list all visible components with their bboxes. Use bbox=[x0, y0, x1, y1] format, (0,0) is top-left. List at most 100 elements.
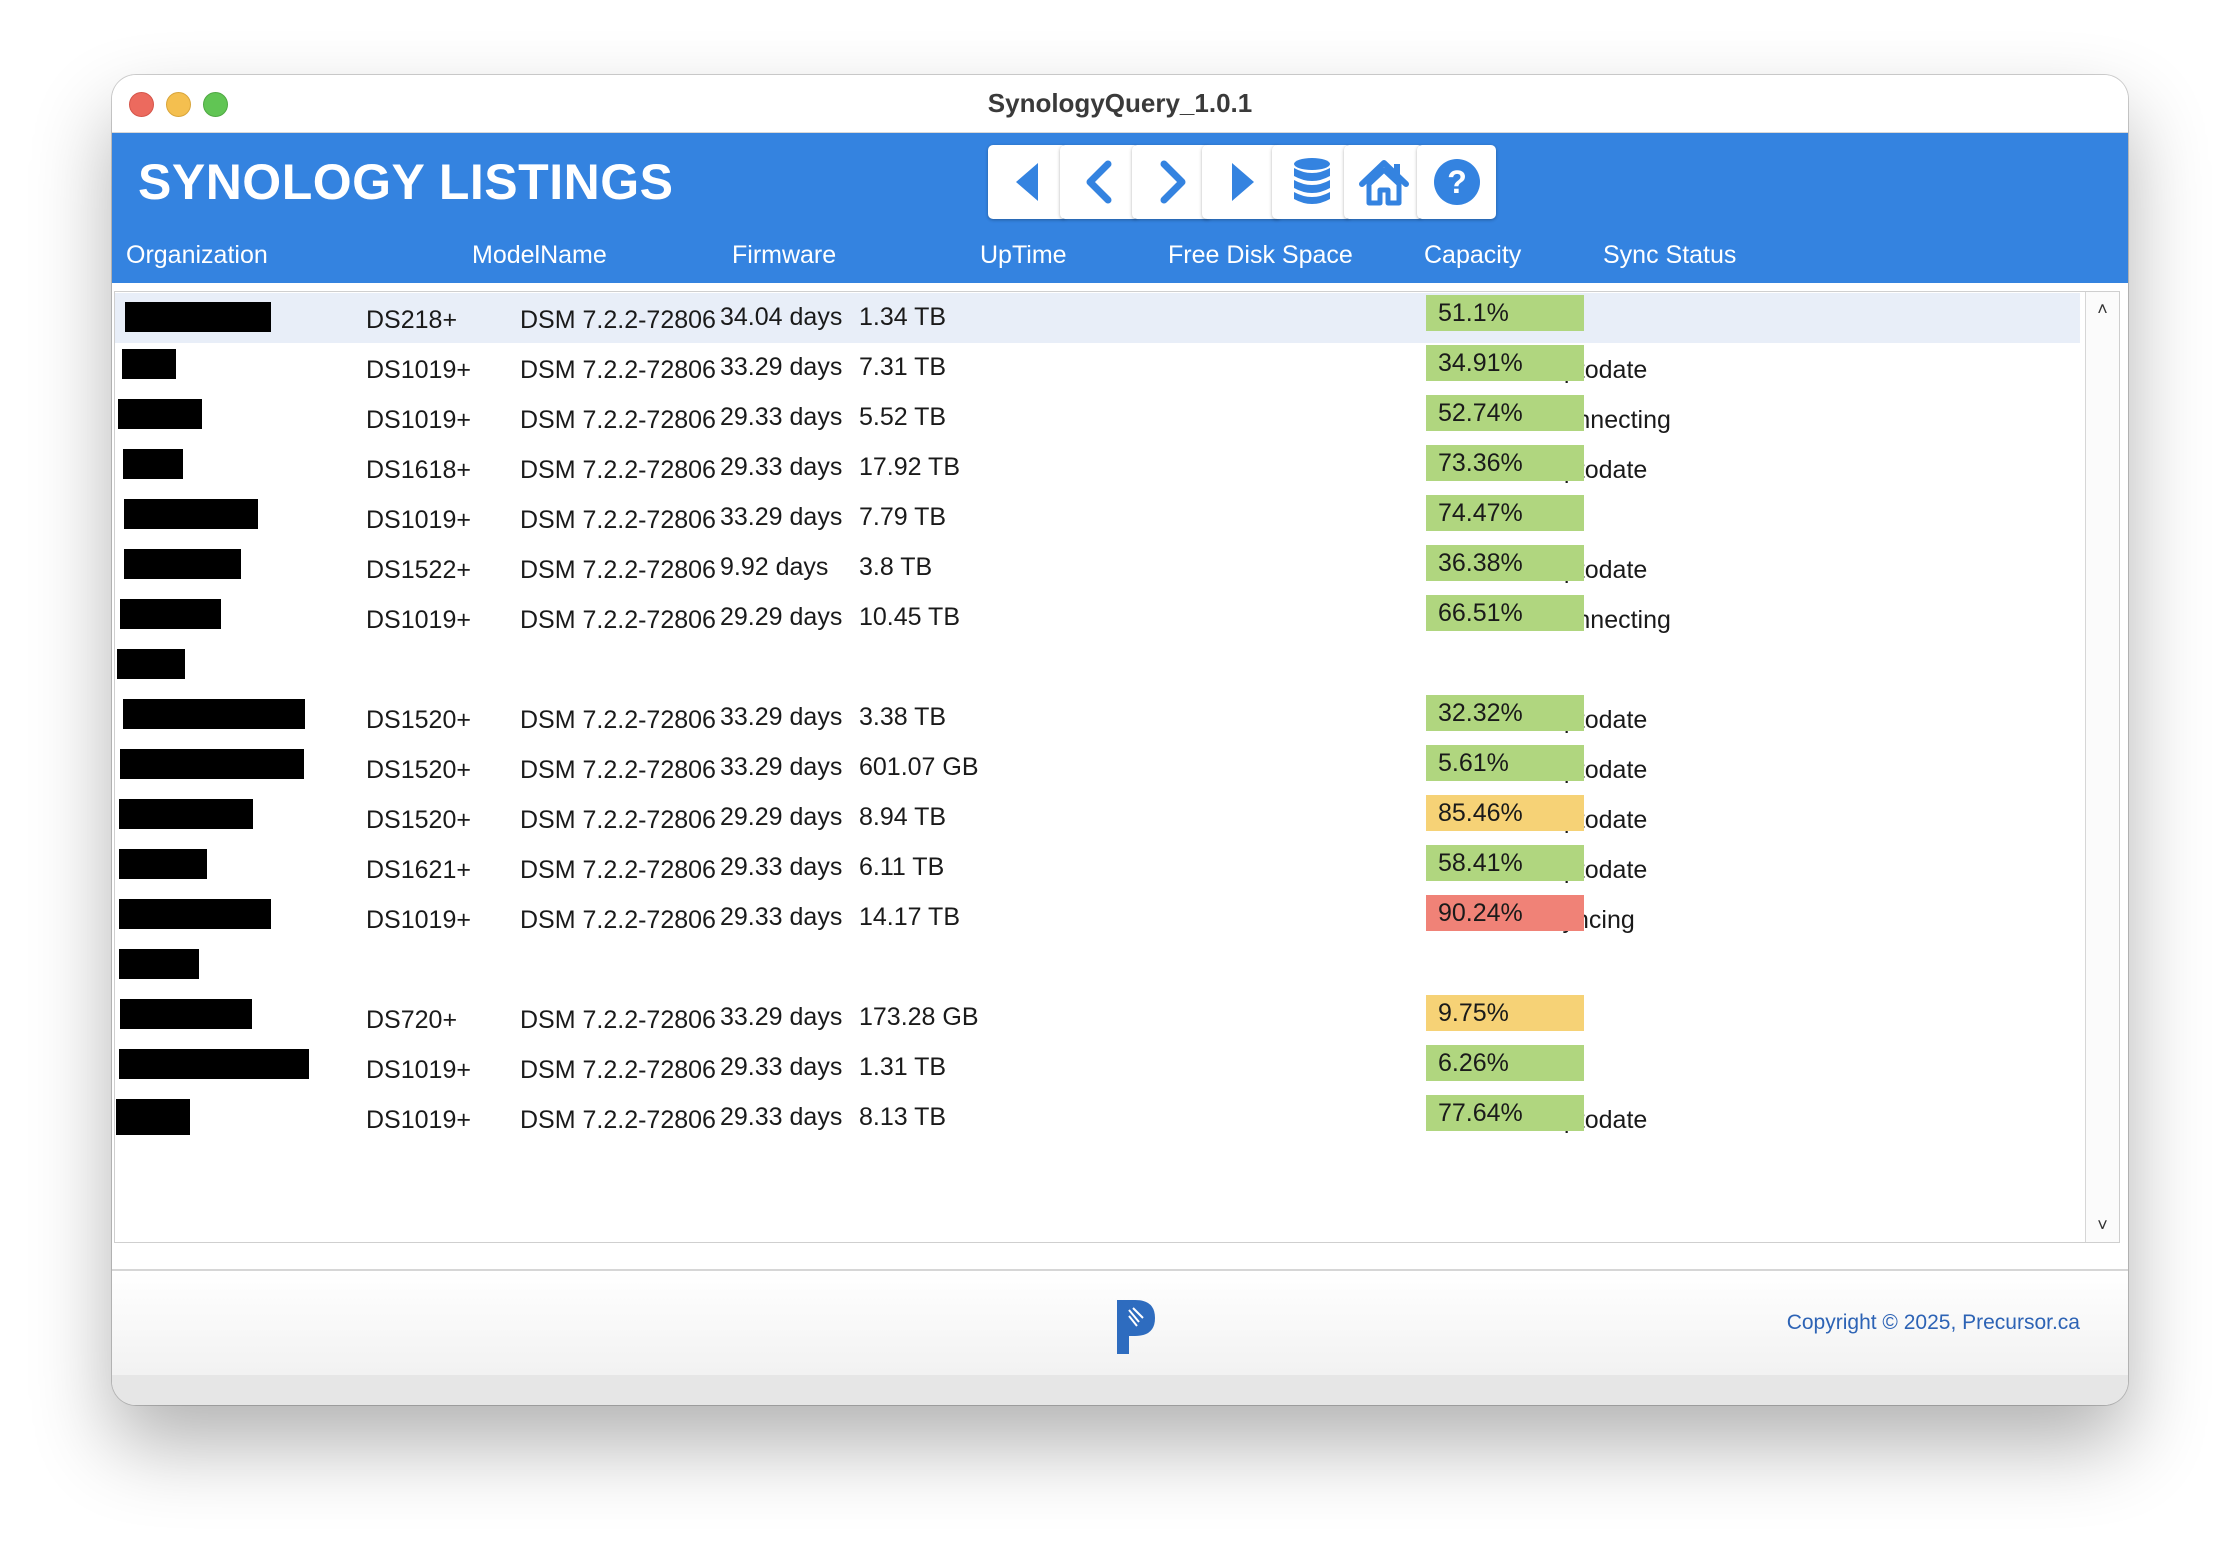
free-space-cell: 3.38 TB bbox=[859, 703, 947, 731]
column-header-firmware[interactable]: Firmware bbox=[732, 241, 836, 270]
column-header-free-disk-space[interactable]: Free Disk Space bbox=[1168, 241, 1353, 270]
home-button[interactable] bbox=[1344, 145, 1423, 219]
model-cell: DS1522+ bbox=[366, 556, 471, 584]
free-space-cell: 7.31 TB bbox=[859, 353, 947, 381]
firmware-cell: DSM 7.2.2-72806 bbox=[520, 506, 716, 534]
table-row[interactable]: DS1019+ DSM 7.2.2-72806 33.29 days 7.31 TB u… bbox=[115, 343, 2080, 393]
table-row[interactable]: DS218+ DSM 7.2.2-72806 34.04 days 1.34 TB 51… bbox=[115, 293, 2080, 343]
uptime-cell: 29.29 days bbox=[720, 603, 843, 631]
capacity-badge: 5.61% bbox=[1426, 745, 1584, 781]
free-space-cell: 17.92 TB bbox=[859, 453, 961, 481]
firmware-cell: DSM 7.2.2-72806 bbox=[520, 906, 716, 934]
free-space-cell: 5.52 TB bbox=[859, 403, 947, 431]
page-title: SYNOLOGY LISTINGS bbox=[138, 154, 674, 210]
table-row[interactable] bbox=[115, 643, 2080, 693]
capacity-badge: 34.91% bbox=[1426, 345, 1584, 381]
uptime-cell: 29.33 days bbox=[720, 903, 843, 931]
uptime-cell: 33.29 days bbox=[720, 1003, 843, 1031]
window-title: SynologyQuery_1.0.1 bbox=[987, 88, 1253, 118]
table-row[interactable]: DS1520+ DSM 7.2.2-72806 29.29 days 8.94 TB u… bbox=[115, 793, 2080, 843]
capacity-badge: 90.24% bbox=[1426, 895, 1584, 931]
capacity-badge: 73.36% bbox=[1426, 445, 1584, 481]
column-header-model[interactable]: ModelName bbox=[472, 241, 607, 270]
table-row[interactable]: DS1621+ DSM 7.2.2-72806 29.33 days 6.11 TB u… bbox=[115, 843, 2080, 893]
uptime-cell: 34.04 days bbox=[720, 303, 843, 331]
table-row[interactable]: DS1019+ DSM 7.2.2-72806 33.29 days 7.79 TB 7… bbox=[115, 493, 2080, 543]
organization-redacted bbox=[123, 449, 183, 479]
free-space-cell: 1.34 TB bbox=[859, 303, 947, 331]
firmware-cell: DSM 7.2.2-72806 bbox=[520, 456, 716, 484]
firmware-cell: DSM 7.2.2-72806 bbox=[520, 1056, 716, 1084]
capacity-badge: 85.46% bbox=[1426, 795, 1584, 831]
capacity-badge: 74.47% bbox=[1426, 495, 1584, 531]
table-row[interactable]: DS1520+ DSM 7.2.2-72806 33.29 days 3.38 TB u… bbox=[115, 693, 2080, 743]
model-cell: DS1019+ bbox=[366, 606, 471, 634]
capacity-badge: 9.75% bbox=[1426, 995, 1584, 1031]
scroll-down-arrow-icon[interactable]: ˅ bbox=[2086, 1210, 2119, 1240]
firmware-cell: DSM 7.2.2-72806 bbox=[520, 356, 716, 384]
firmware-cell: DSM 7.2.2-72806 bbox=[520, 1106, 716, 1134]
model-cell: DS1019+ bbox=[366, 506, 471, 534]
column-header-capacity[interactable]: Capacity bbox=[1424, 241, 1521, 270]
uptime-cell: 29.33 days bbox=[720, 853, 843, 881]
uptime-cell: 29.29 days bbox=[720, 803, 843, 831]
column-header-sync-status[interactable]: Sync Status bbox=[1603, 241, 1736, 270]
free-space-cell: 601.07 GB bbox=[859, 753, 979, 781]
organization-redacted bbox=[124, 549, 241, 579]
model-cell: DS1019+ bbox=[366, 1106, 471, 1134]
uptime-cell: 29.33 days bbox=[720, 1053, 843, 1081]
model-cell: DS1019+ bbox=[366, 356, 471, 384]
firmware-cell: DSM 7.2.2-72806 bbox=[520, 706, 716, 734]
table-row[interactable]: DS1019+ DSM 7.2.2-72806 29.33 days 8.13 TB u… bbox=[115, 1093, 2080, 1143]
column-header-uptime[interactable]: UpTime bbox=[980, 241, 1067, 270]
table-row[interactable]: DS1520+ DSM 7.2.2-72806 33.29 days 601.07 G… bbox=[115, 743, 2080, 793]
organization-redacted bbox=[119, 949, 199, 979]
model-cell: DS1520+ bbox=[366, 806, 471, 834]
uptime-cell: 29.33 days bbox=[720, 453, 843, 481]
firmware-cell: DSM 7.2.2-72806 bbox=[520, 756, 716, 784]
column-header-organization[interactable]: Organization bbox=[126, 241, 268, 270]
first-record-button[interactable] bbox=[988, 145, 1067, 219]
table-row[interactable]: DS1618+ DSM 7.2.2-72806 29.33 days 17.92 TB… bbox=[115, 443, 2080, 493]
model-cell: DS1019+ bbox=[366, 906, 471, 934]
next-record-button[interactable] bbox=[1132, 145, 1211, 219]
app-header: SYNOLOGY LISTINGS ? Organization ModelNa… bbox=[112, 133, 2128, 283]
database-icon bbox=[1293, 158, 1330, 204]
vertical-scrollbar[interactable]: ˄ ˅ bbox=[2085, 292, 2119, 1242]
capacity-badge: 51.1% bbox=[1426, 295, 1584, 331]
last-record-button[interactable] bbox=[1202, 145, 1281, 219]
uptime-cell: 29.33 days bbox=[720, 403, 843, 431]
table-row[interactable]: DS1522+ DSM 7.2.2-72806 9.92 days 3.8 TB upt… bbox=[115, 543, 2080, 593]
organization-redacted bbox=[119, 899, 271, 929]
footer-bottom-strip bbox=[112, 1375, 2128, 1405]
home-icon bbox=[1358, 160, 1409, 206]
database-button[interactable] bbox=[1272, 145, 1351, 219]
triangle-right-icon bbox=[1231, 163, 1254, 201]
copyright-text: Copyright © 2025, Precursor.ca bbox=[1786, 1311, 2080, 1334]
organization-redacted bbox=[119, 1049, 309, 1079]
help-button[interactable]: ? bbox=[1417, 145, 1496, 219]
organization-redacted bbox=[116, 1099, 190, 1135]
uptime-cell: 33.29 days bbox=[720, 703, 843, 731]
table-row[interactable]: DS1019+ DSM 7.2.2-72806 29.33 days 1.31 TB 6… bbox=[115, 1043, 2080, 1093]
precursor-logo-icon bbox=[1117, 1300, 1155, 1354]
organization-redacted bbox=[125, 302, 271, 332]
capacity-badge: 66.51% bbox=[1426, 595, 1584, 631]
table-row[interactable]: DS720+ DSM 7.2.2-72806 33.29 days 173.28 GB… bbox=[115, 993, 2080, 1043]
table-row[interactable]: DS1019+ DSM 7.2.2-72806 29.29 days 10.45 TB… bbox=[115, 593, 2080, 643]
capacity-badge: 52.74% bbox=[1426, 395, 1584, 431]
firmware-cell: DSM 7.2.2-72806 bbox=[520, 806, 716, 834]
table-row[interactable] bbox=[115, 943, 2080, 993]
model-cell: DS1618+ bbox=[366, 456, 471, 484]
scroll-up-arrow-icon[interactable]: ˄ bbox=[2086, 294, 2119, 324]
free-space-cell: 1.31 TB bbox=[859, 1053, 947, 1081]
capacity-badge: 32.32% bbox=[1426, 695, 1584, 731]
listings-table[interactable]: DS218+ DSM 7.2.2-72806 34.04 days 1.34 TB 51… bbox=[114, 291, 2120, 1243]
help-icon: ? bbox=[1433, 159, 1480, 205]
firmware-cell: DSM 7.2.2-72806 bbox=[520, 1006, 716, 1034]
organization-redacted bbox=[120, 749, 304, 779]
table-row[interactable]: DS1019+ DSM 7.2.2-72806 29.33 days 5.52 TB c… bbox=[115, 393, 2080, 443]
table-row[interactable]: DS1019+ DSM 7.2.2-72806 29.33 days 14.17 TB… bbox=[115, 893, 2080, 943]
free-space-cell: 3.8 TB bbox=[859, 553, 933, 581]
previous-record-button[interactable] bbox=[1060, 145, 1139, 219]
